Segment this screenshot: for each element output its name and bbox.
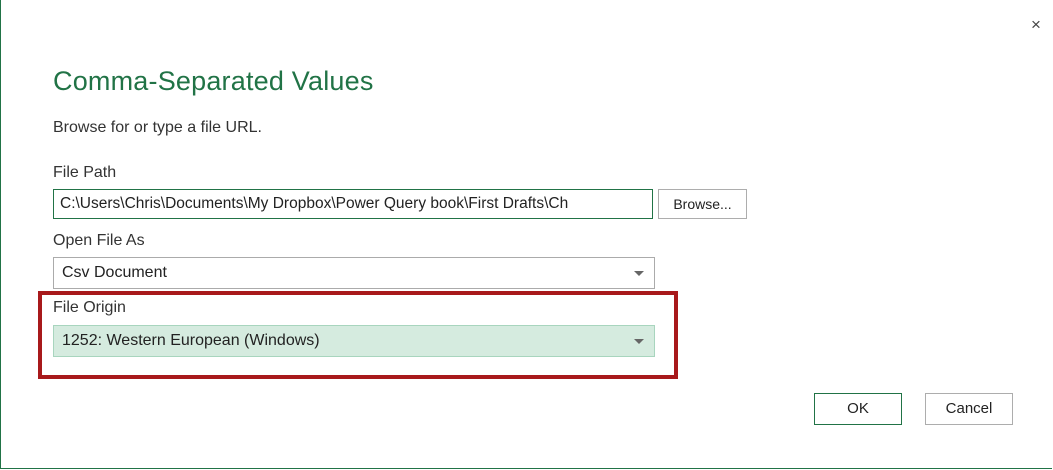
- browse-button[interactable]: Browse...: [658, 189, 747, 219]
- cancel-button[interactable]: Cancel: [925, 393, 1013, 425]
- dialog-subtitle: Browse for or type a file URL.: [53, 119, 262, 136]
- close-icon[interactable]: ×: [1025, 14, 1047, 36]
- file-path-label: File Path: [53, 164, 117, 181]
- csv-dialog: × Comma-Separated Values Browse for or t…: [0, 0, 1052, 469]
- file-origin-label: File Origin: [53, 299, 126, 316]
- file-origin-value: 1252: Western European (Windows): [62, 332, 320, 349]
- ok-button[interactable]: OK: [814, 393, 902, 425]
- dialog-title: Comma-Separated Values: [53, 66, 374, 96]
- chevron-down-icon: [634, 339, 644, 344]
- file-origin-dropdown[interactable]: 1252: Western European (Windows): [53, 325, 655, 357]
- open-file-as-dropdown[interactable]: Csv Document: [53, 257, 655, 289]
- chevron-down-icon: [634, 271, 644, 276]
- file-path-input[interactable]: C:\Users\Chris\Documents\My Dropbox\Powe…: [53, 189, 653, 219]
- open-file-as-value: Csv Document: [62, 264, 167, 281]
- open-file-as-label: Open File As: [53, 232, 145, 249]
